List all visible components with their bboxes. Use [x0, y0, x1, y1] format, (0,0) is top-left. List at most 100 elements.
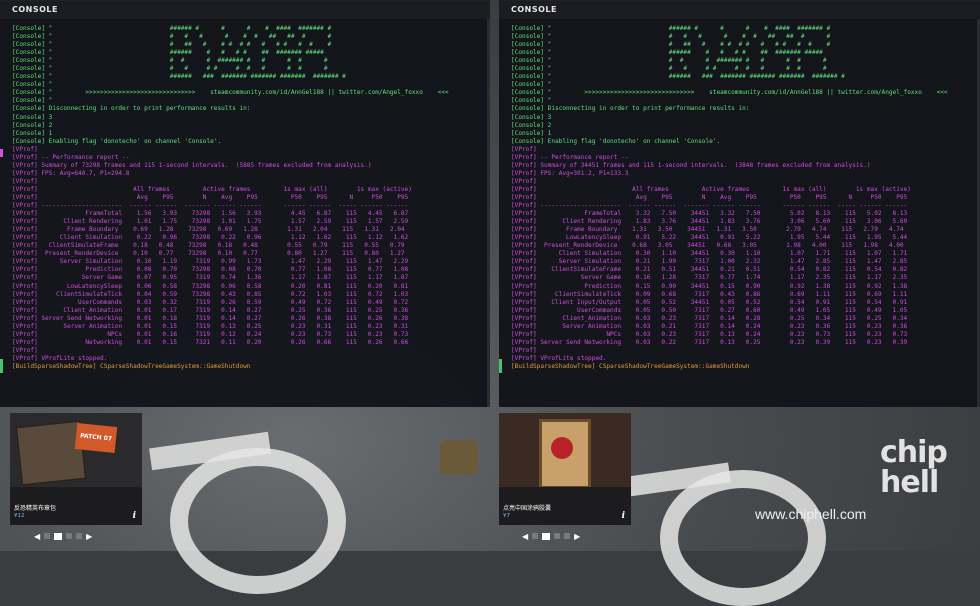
console-line: [VProf] Summary of 34451 frames and 115 … — [511, 161, 871, 169]
console-line: [VProf] Server Game 0.16 1.28 7317 0.77 … — [511, 274, 908, 282]
console-line: [VProf] — [12, 346, 38, 354]
console-title: CONSOLE — [499, 1, 980, 19]
inventory-item-card[interactable]: 点亮中国涂鸦胶囊 ¥7 i — [499, 413, 631, 525]
console-line: [VProf] NPCs 0.03 0.23 7317 0.13 0.24 0.… — [511, 330, 908, 338]
console-line: [VProf] Server Send Networking 0.03 0.22… — [511, 338, 908, 346]
next-page-button[interactable]: ▶ — [86, 532, 92, 541]
console-line: [Console] 1 — [12, 129, 53, 137]
page-dot[interactable] — [554, 533, 561, 539]
console-line: [Console] " ###### # # # # #### ####### … — [511, 25, 831, 32]
prev-page-button[interactable]: ◀ — [522, 532, 528, 541]
console-line: [Console] 3 — [511, 113, 552, 121]
console-line: [VProf] Present_RenderDevice 0.68 3.05 3… — [511, 242, 904, 250]
item-price: ¥7 — [503, 513, 510, 519]
road-circle-marking — [660, 470, 826, 606]
log-marker — [499, 359, 502, 373]
console-line: [VProf] LowLatencySleep 0.06 0.58 73298 … — [12, 282, 409, 290]
info-icon[interactable]: i — [622, 511, 625, 521]
console-line: [VProf] — [511, 145, 537, 153]
console-panel-right: CONSOLE [Console] " ###### # # # # #### … — [499, 0, 980, 407]
console-line: [Console] Disconnecting in order to prin… — [12, 105, 251, 113]
console-line: [VProf] ClientSimulateFrame 0.21 0.51 34… — [511, 266, 908, 274]
console-line: [Console] " ###### # # # # #### ####### … — [12, 25, 332, 32]
log-marker — [0, 149, 3, 157]
prev-page-button[interactable]: ◀ — [34, 532, 40, 541]
console-log[interactable]: [Console] " ###### # # # # #### ####### … — [12, 25, 486, 403]
console-line: [VProf] FrameTotal 3.32 7.50 34451 3.32 … — [511, 210, 908, 218]
console-line: [VProf] Avg P95 N Avg P95 P50 P95 N P50 … — [12, 193, 409, 201]
road-circle-marking — [170, 448, 346, 594]
console-line: [VProf] — [511, 177, 537, 185]
page-dot[interactable] — [66, 533, 73, 539]
console-line: [Console] Enabling flag 'donotecho' on c… — [511, 137, 721, 145]
page-dot[interactable] — [44, 533, 51, 539]
page-dot[interactable] — [76, 533, 83, 539]
console-line: [VProf] ClientSimulateTick 0.04 0.59 732… — [12, 290, 409, 298]
console-line: [Console] " ###### # # # # ## ####### ##… — [12, 49, 324, 57]
console-line: [Console] Disconnecting in order to prin… — [511, 105, 750, 113]
console-line: [VProf] VProfLite stopped. — [12, 354, 108, 362]
card-pager: ◀ ▶ — [522, 530, 612, 542]
item-thumbnail — [499, 413, 631, 487]
console-line: [Console] Enabling flag 'donotecho' on c… — [12, 137, 222, 145]
console-line: [Console] " # # # # # # ## ## # # — [511, 33, 831, 41]
character-boot — [440, 440, 478, 474]
console-line: [VProf] Frame Boundary 0.69 1.28 73298 0… — [12, 226, 405, 234]
console-line: [VProf] Networking 0.01 0.15 7321 0.11 0… — [12, 338, 409, 346]
console-line: [VProf] Client_Animation 0.03 0.23 7317 … — [511, 314, 908, 322]
console-log[interactable]: [Console] " ###### # # # # #### ####### … — [511, 25, 976, 403]
console-line: [VProf] -- Performance report -- — [511, 153, 629, 161]
console-line: [VProf] Frame Boundary 1.31 3.50 34451 1… — [511, 226, 904, 234]
console-line: [Console] " — [12, 81, 53, 89]
console-line: [Console] " ###### ### ####### ####### #… — [511, 73, 845, 81]
console-line: [Console] " >>>>>>>>>>>>>>>>>>>>>>>>>>>>… — [511, 89, 948, 97]
console-line: [Console] " ###### # # # # ## ####### ##… — [511, 49, 823, 57]
page-dot-active[interactable] — [542, 532, 551, 540]
console-line: [Console] " # ## # # # # # # # # # # # — [511, 41, 831, 49]
console-line: [VProf] Client_Animation 0.01 0.17 7319 … — [12, 306, 409, 314]
console-line: [VProf] Server Send Networking 0.01 0.18… — [12, 314, 409, 322]
console-line: [VProf] Client Simulation 0.22 0.96 7329… — [12, 234, 409, 242]
item-price: ¥12 — [14, 513, 25, 519]
console-line: [Console] " # # # # # # # # # # — [511, 65, 827, 73]
console-line: [Console] " — [511, 81, 552, 89]
console-line: [Console] 1 — [511, 129, 552, 137]
console-line: [VProf] Server Simulation 0.21 1.99 7317… — [511, 258, 908, 266]
console-line: [VProf] VProfLite stopped. — [511, 354, 607, 362]
console-line: [VProf] FPS: Avg=301.2, P1=133.3 — [511, 169, 629, 177]
console-line: [VProf] ClientSimulateTick 0.09 0.68 731… — [511, 290, 908, 298]
console-line: [VProf] Server Simulation 0.10 1.19 7319… — [12, 258, 409, 266]
console-line: [VProf] Server Animation 0.03 0.21 7317 … — [511, 322, 908, 330]
console-line: [VProf] LowLatencySleep 0.91 5.22 34451 … — [511, 234, 908, 242]
console-line: [VProf] UserCommands 0.03 0.32 7319 0.26… — [12, 298, 409, 306]
page-dot[interactable] — [532, 533, 539, 539]
console-line: [VProf] All frames Active frames 1s max … — [12, 185, 412, 193]
console-line: [VProf] FrameTotal 1.56 3.93 73298 1.56 … — [12, 210, 409, 218]
info-icon[interactable]: i — [133, 511, 136, 521]
patch-badge: PATCH 07 — [74, 422, 118, 454]
console-line: [VProf] Summary of 73298 frames and 115 … — [12, 161, 372, 169]
console-line: [Console] 2 — [511, 121, 552, 129]
inventory-item-card[interactable]: PATCH 07 反恐精英布章包 ¥12 i — [10, 413, 142, 525]
page-dot[interactable] — [564, 533, 571, 539]
console-line: [VProf] Avg P95 N Avg P95 P50 P95 N P50 … — [511, 193, 908, 201]
console-line: [Console] " ###### ### ####### ####### #… — [12, 73, 346, 81]
console-line: [VProf] — [511, 346, 537, 354]
console-line: [Console] 3 — [12, 113, 53, 121]
console-line: [VProf] Client Input/Output 0.05 0.52 34… — [511, 298, 908, 306]
chiphell-logo: chip hell — [880, 435, 948, 500]
next-page-button[interactable]: ▶ — [574, 532, 580, 541]
item-name: 反恐精英布章包 — [14, 505, 57, 512]
console-line: [Console] " — [511, 97, 552, 105]
console-line: [VProf] All frames Active frames 1s max … — [511, 185, 911, 193]
console-line: [VProf] ClientSimulateFrame 0.18 0.48 73… — [12, 242, 405, 250]
console-scrollbar[interactable] — [487, 19, 490, 407]
page-dot-active[interactable] — [54, 532, 63, 540]
card-pager: ◀ ▶ — [34, 530, 124, 542]
console-line: [BuildSparseShadowTree] CSparseShadowTre… — [511, 362, 750, 370]
console-panel-left: CONSOLE [Console] " ###### # # # # #### … — [0, 0, 490, 407]
console-line: [Console] " # # # # # # # # # # — [12, 65, 328, 73]
item-thumbnail: PATCH 07 — [10, 413, 142, 487]
console-line: [VProf] — [12, 145, 38, 153]
console-line: [Console] " # ## # # # # # # # # # # # — [12, 41, 332, 49]
